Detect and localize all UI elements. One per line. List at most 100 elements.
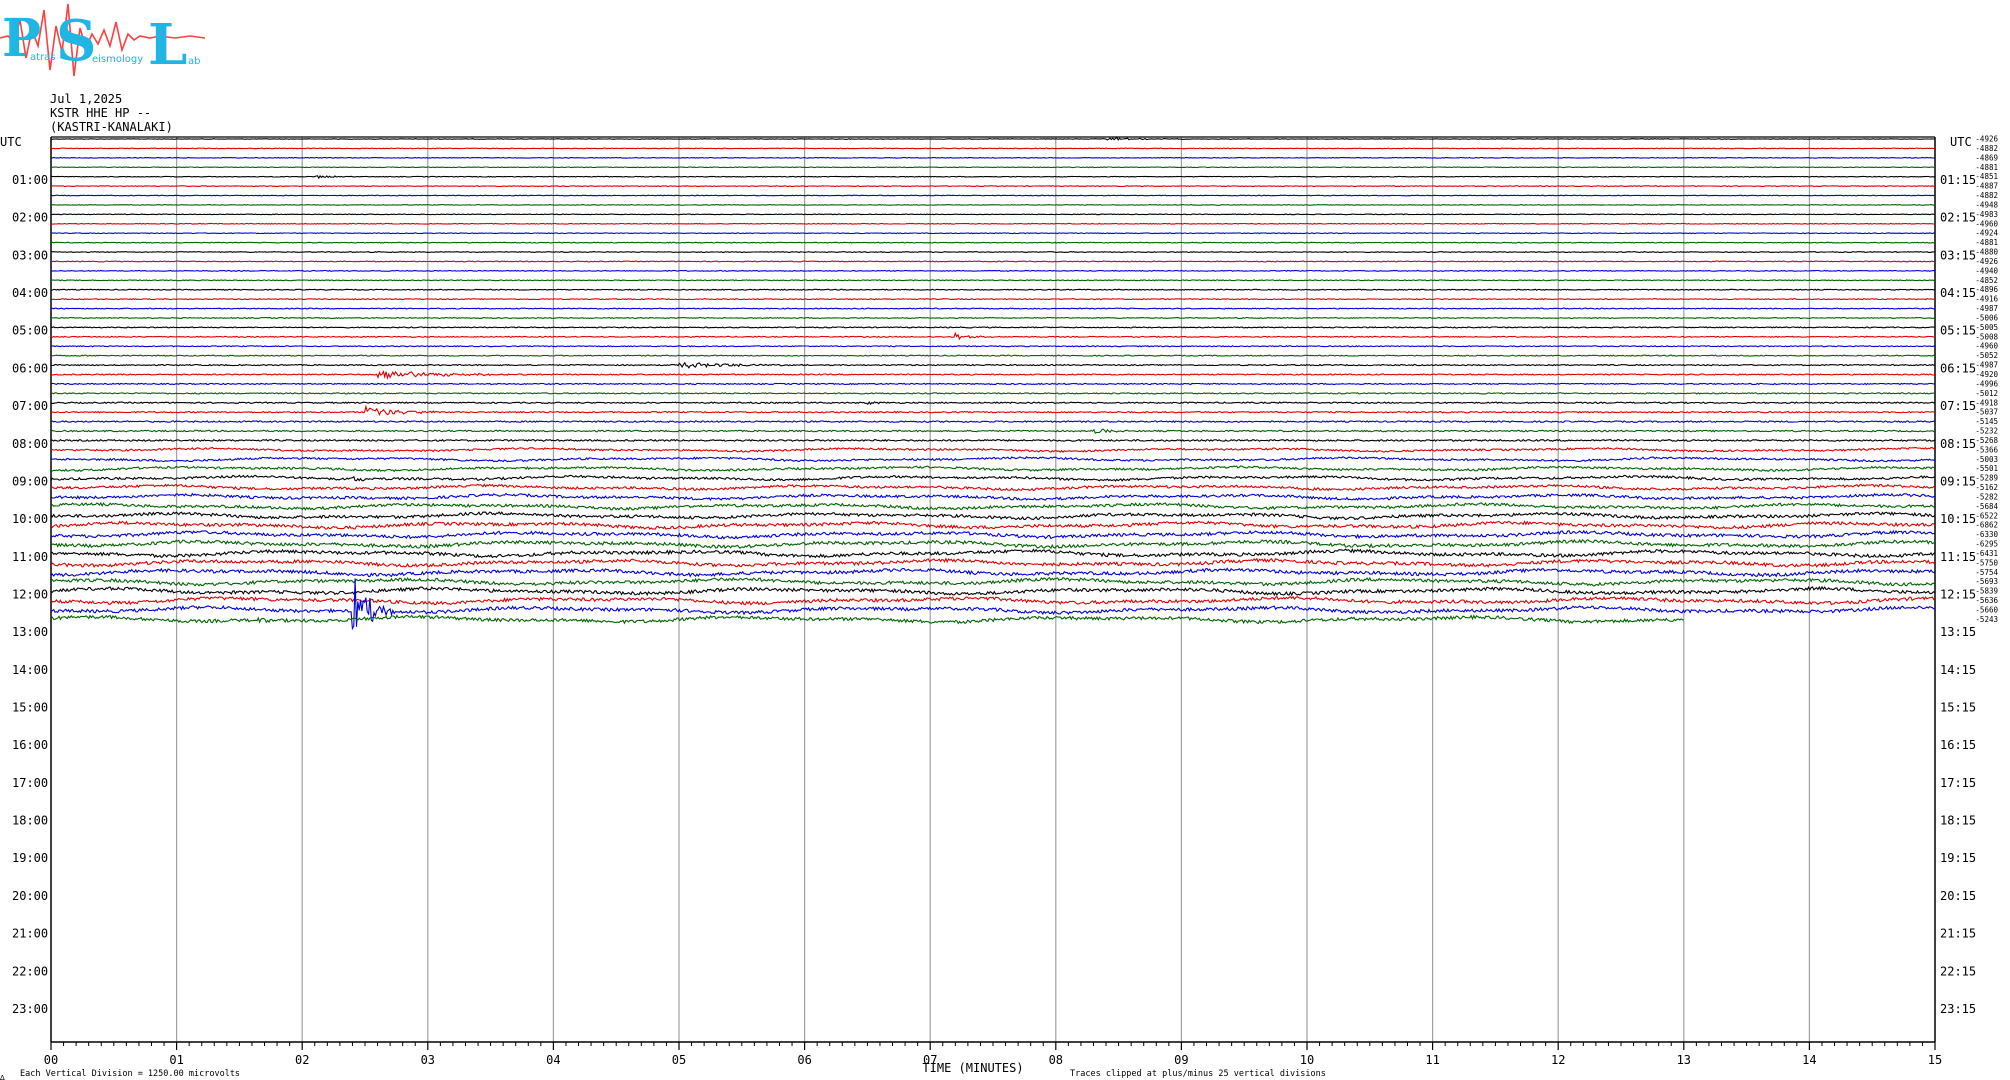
utc-hour-label: 20:00: [12, 889, 48, 903]
right-axis-title: UTC: [1950, 135, 1972, 149]
seismic-trace: [50, 529, 1936, 540]
seismic-trace: [50, 576, 1936, 587]
seismic-trace: [50, 260, 1936, 263]
trace-offset-label: -4916: [1975, 295, 1998, 304]
utc-quarter-label: 15:15: [1940, 701, 1976, 715]
utc-quarter-label: 21:15: [1940, 927, 1976, 941]
axis-labels: 00 01 02 03 04 05 06 07 08 09 10 11 12 13 14 15TIME (MI…: [0, 135, 1998, 1080]
time-tick-label: 08: [1049, 1053, 1063, 1067]
trace-offset-label: -5008: [1975, 332, 1998, 341]
time-tick-label: 11: [1425, 1053, 1439, 1067]
utc-quarter-label: 20:15: [1940, 889, 1976, 903]
trace-offset-label: -4940: [1975, 266, 1998, 275]
utc-quarter-label: 01:15: [1940, 173, 1976, 187]
trace-offset-label: -5750: [1975, 558, 1998, 567]
seismic-trace: [50, 288, 1936, 291]
seismic-trace: [51, 250, 1936, 254]
trace-offset-label: -4918: [1975, 398, 1998, 407]
time-tick-label: 00: [44, 1053, 58, 1067]
trace-offset-label: -4926: [1975, 257, 1998, 266]
corner-mark: ∆: [0, 1074, 5, 1080]
seismic-trace: [50, 213, 1936, 216]
seismic-trace: [50, 298, 1936, 301]
utc-hour-label: 18:00: [12, 814, 48, 828]
utc-quarter-label: 13:15: [1940, 625, 1976, 639]
utc-hour-label: 22:00: [12, 964, 48, 978]
seismic-trace: [50, 465, 1936, 473]
trace-offset-label: -4852: [1975, 276, 1998, 285]
seismic-trace: [50, 520, 1936, 531]
seismic-trace: [50, 492, 1936, 502]
seismic-trace: [50, 222, 1936, 225]
trace-offset-label: -4948: [1975, 200, 1998, 209]
seismic-trace: [50, 501, 1936, 511]
seismic-trace: [50, 203, 1936, 206]
seismic-trace: [50, 331, 1936, 341]
seismic-trace: [50, 511, 1936, 521]
utc-hour-label: 12:00: [12, 587, 48, 601]
seismic-trace: [50, 147, 1936, 150]
seismic-trace: [50, 232, 1936, 235]
utc-hour-label: 19:00: [12, 851, 48, 865]
trace-offset-label: -5660: [1975, 606, 1998, 615]
trace-offset-label: -4924: [1975, 229, 1998, 238]
seismic-trace: [50, 400, 1936, 406]
seismic-trace: [50, 456, 1936, 463]
utc-hour-label: 11:00: [12, 550, 48, 564]
trace-offset-label: -4987: [1975, 361, 1998, 370]
time-tick-label: 12: [1551, 1053, 1565, 1067]
utc-hour-label: 21:00: [12, 927, 48, 941]
seismic-trace: [50, 194, 1936, 197]
trace-offset-label: -4869: [1975, 153, 1998, 162]
seismic-trace: [51, 392, 1936, 395]
utc-hour-label: 06:00: [12, 361, 48, 375]
utc-hour-label: 05:00: [12, 324, 48, 338]
utc-hour-label: 02:00: [12, 211, 48, 225]
trace-offset-label: -4987: [1975, 304, 1998, 313]
utc-hour-label: 04:00: [12, 286, 48, 300]
trace-offset-label: -5243: [1975, 615, 1998, 624]
trace-offset-label: -6522: [1975, 511, 1998, 520]
utc-quarter-label: 08:15: [1940, 437, 1976, 451]
seismic-trace: [50, 438, 1936, 443]
clip-note: Traces clipped at plus/minus 25 vertical…: [1070, 1069, 1326, 1079]
utc-quarter-label: 04:15: [1940, 286, 1976, 300]
seismic-trace: [50, 166, 1936, 169]
trace-offset-label: -4880: [1975, 248, 1998, 257]
utc-hour-label: 13:00: [12, 625, 48, 639]
trace-offset-label: -4882: [1975, 191, 1998, 200]
seismic-trace: [50, 307, 1935, 310]
seismic-trace: [50, 326, 1936, 329]
time-tick-label: 03: [421, 1053, 435, 1067]
utc-hour-label: 17:00: [12, 776, 48, 790]
utc-hour-label: 10:00: [12, 512, 48, 526]
utc-hour-label: 09:00: [12, 474, 48, 488]
trace-offset-label: -5003: [1975, 455, 1998, 464]
utc-quarter-label: 06:15: [1940, 361, 1976, 375]
trace-offset-label: -5268: [1975, 436, 1998, 445]
seismic-trace: [51, 345, 1936, 348]
utc-hour-label: 14:00: [12, 663, 48, 677]
trace-offset-label: -6295: [1975, 540, 1998, 549]
trace-offset-label: -6431: [1975, 549, 1998, 558]
utc-quarter-label: 14:15: [1940, 663, 1976, 677]
utc-hour-label: 08:00: [12, 437, 48, 451]
seismic-trace: [50, 174, 1936, 180]
seismic-trace: [50, 446, 1936, 454]
time-tick-label: 14: [1802, 1053, 1816, 1067]
scale-note: Each Vertical Division = 1250.00 microvo…: [20, 1069, 240, 1079]
utc-quarter-label: 16:15: [1940, 738, 1976, 752]
utc-quarter-label: 18:15: [1940, 814, 1976, 828]
time-tick-label: 15: [1928, 1053, 1942, 1067]
trace-offset-label: -5145: [1975, 417, 1998, 426]
trace-offset-label: -5232: [1975, 427, 1998, 436]
time-tick-label: 09: [1174, 1053, 1188, 1067]
trace-offset-label: -5366: [1975, 445, 1998, 454]
utc-quarter-label: 22:15: [1940, 964, 1976, 978]
time-tick-label: 02: [295, 1053, 309, 1067]
seismic-trace: [50, 316, 1936, 320]
trace-offset-label: -5289: [1975, 474, 1998, 483]
trace-offset-label: -5037: [1975, 408, 1998, 417]
trace-offset-label: -5693: [1975, 577, 1998, 586]
utc-hour-label: 15:00: [12, 701, 48, 715]
